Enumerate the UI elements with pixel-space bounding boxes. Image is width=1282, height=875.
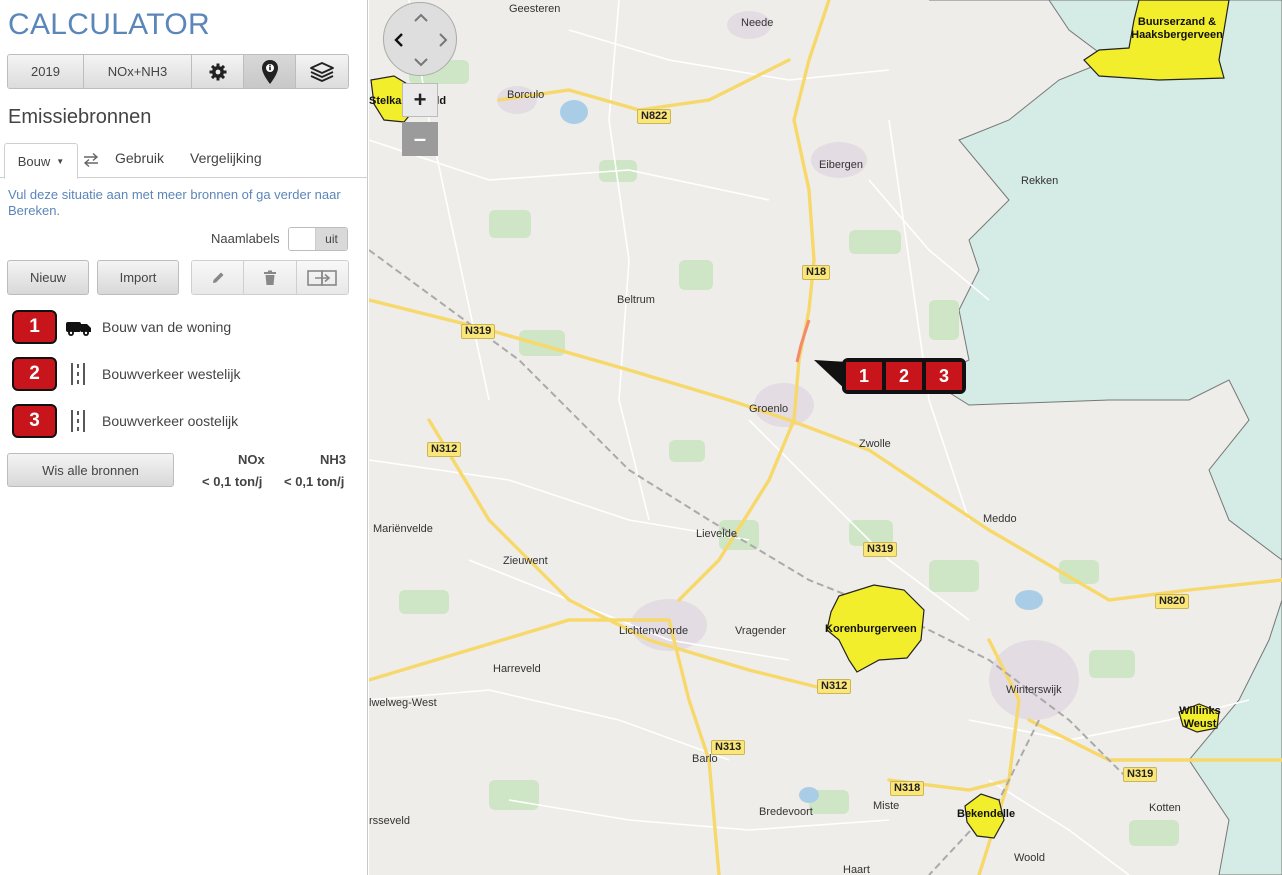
pan-control[interactable]: [383, 2, 457, 76]
source-item-1[interactable]: 1 Bouw van de woning: [12, 310, 352, 346]
gear-icon: [209, 63, 226, 80]
cluster-number[interactable]: 2: [886, 362, 922, 390]
copy-button[interactable]: [296, 261, 348, 294]
place-label: Rekken: [1021, 175, 1059, 187]
natura-label: Willinks Weust: [1179, 705, 1221, 730]
place-label: Groenlo: [749, 403, 789, 415]
layers-button[interactable]: [296, 55, 348, 88]
app-title: CALCULATOR: [8, 8, 210, 41]
tab-gebruik[interactable]: Gebruik: [115, 150, 164, 166]
place-label: Borculo: [507, 89, 545, 101]
natura-label: Buurserzand & Haaksbergerveen: [1131, 16, 1223, 41]
road-label: N822: [637, 109, 672, 124]
clear-all-button[interactable]: Wis alle bronnen: [7, 453, 174, 487]
main-toolbar: 2019 NOx+NH3: [7, 54, 349, 89]
cluster-box: 1 2 3: [842, 358, 966, 394]
section-title: Emissiebronnen: [8, 106, 152, 128]
road-label: N319: [461, 324, 496, 339]
substance-button[interactable]: NOx+NH3: [84, 55, 192, 88]
place-label: Geesteren: [509, 3, 561, 15]
swap-icon[interactable]: [82, 151, 100, 169]
source-badge: 1: [12, 310, 57, 344]
road-label: N319: [1123, 767, 1158, 782]
road-icon: [71, 410, 85, 432]
place-label: Eibergen: [819, 159, 864, 171]
place-label: Harreveld: [493, 663, 541, 675]
place-label: Beltrum: [617, 294, 655, 306]
tab-bouw[interactable]: Bouw ▼: [4, 143, 78, 179]
tab-bouw-label: Bouw: [17, 153, 51, 169]
place-label: Miste: [873, 800, 900, 812]
source-badge: 3: [12, 404, 57, 438]
source-label: Bouwverkeer westelijk: [102, 366, 241, 382]
source-badge: 2: [12, 357, 57, 391]
naamlabels-label: Naamlabels: [211, 231, 280, 246]
road-label: N312: [817, 679, 852, 694]
source-label: Bouw van de woning: [102, 319, 232, 335]
caret-down-icon: ▼: [56, 156, 65, 166]
source-item-2[interactable]: 2 Bouwverkeer westelijk: [12, 357, 352, 393]
sidebar-panel: CALCULATOR 2019 NOx+NH3 Emissiebronnen B…: [0, 0, 368, 875]
place-label: Mariënvelde: [373, 523, 433, 535]
source-action-group: [191, 260, 349, 295]
natura-label: Bekendelle: [957, 808, 1016, 820]
place-label: Zieuwent: [503, 555, 548, 567]
place-label: Meddo: [983, 513, 1017, 525]
place-label: lwelweg-West: [369, 697, 437, 709]
delete-button[interactable]: [244, 261, 297, 294]
copy-transfer-icon: [307, 269, 338, 286]
place-label: Vragender: [735, 625, 786, 637]
place-label: Winterswijk: [1006, 684, 1062, 696]
cluster-number[interactable]: 1: [846, 362, 882, 390]
place-label: Lichtenvoorde: [619, 625, 689, 637]
border-region-germany: [927, 0, 1282, 875]
zoom-in-button[interactable]: +: [402, 83, 438, 117]
map-pin-info-icon: [261, 59, 278, 84]
map-base-layer: [369, 0, 1282, 875]
toggle-state: uit: [316, 228, 347, 250]
pan-arrows-icon: [394, 13, 448, 67]
nh3-header: NH3: [320, 452, 347, 467]
road-label: N18: [802, 265, 831, 280]
toggle-knob: [289, 228, 316, 250]
tab-vergelijking[interactable]: Vergelijking: [190, 150, 262, 166]
naamlabels-toggle[interactable]: uit: [288, 227, 348, 251]
cluster-number[interactable]: 3: [926, 362, 962, 390]
place-label: rsseveld: [369, 815, 410, 827]
nox-value: < 0,1 ton/j: [202, 474, 263, 489]
road-label: N319: [863, 542, 898, 557]
road-label: N313: [711, 740, 746, 755]
place-label: Zwolle: [859, 438, 891, 450]
edit-button[interactable]: [192, 261, 245, 294]
year-button[interactable]: 2019: [8, 55, 84, 88]
place-label: Neede: [741, 17, 774, 29]
road-label: N318: [890, 781, 925, 796]
hint-text: Vul deze situatie aan met meer bronnen o…: [8, 187, 341, 218]
pencil-icon: [212, 272, 224, 283]
source-label: Bouwverkeer oostelijk: [102, 413, 239, 429]
place-label: Kotten: [1149, 802, 1181, 814]
zoom-out-button[interactable]: –: [402, 122, 438, 156]
trash-icon: [263, 270, 276, 285]
place-label: Woold: [1014, 852, 1045, 864]
source-item-3[interactable]: 3 Bouwverkeer oostelijk: [12, 404, 352, 440]
road-icon: [71, 363, 85, 385]
settings-button[interactable]: [192, 55, 244, 88]
nox-header: NOx: [238, 452, 265, 467]
source-road-segment: [795, 319, 811, 363]
road-label: N312: [427, 442, 462, 457]
road-label: N820: [1155, 594, 1190, 609]
layers-icon: [310, 61, 334, 82]
info-marker-button[interactable]: [244, 55, 296, 88]
place-label: Haart: [843, 864, 870, 875]
truck-icon: [66, 322, 91, 336]
new-button[interactable]: Nieuw: [7, 260, 89, 295]
natura-label: Korenburgerveen: [825, 623, 917, 635]
import-button[interactable]: Import: [97, 260, 179, 295]
place-label: Bredevoort: [759, 806, 813, 818]
map-view[interactable]: Geesteren Neede Borculo Eibergen Rekken …: [369, 0, 1282, 875]
nh3-value: < 0,1 ton/j: [284, 474, 345, 489]
place-label: Lievelde: [696, 528, 737, 540]
situation-tabs: Bouw ▼ Gebruik Vergelijking: [0, 141, 368, 179]
